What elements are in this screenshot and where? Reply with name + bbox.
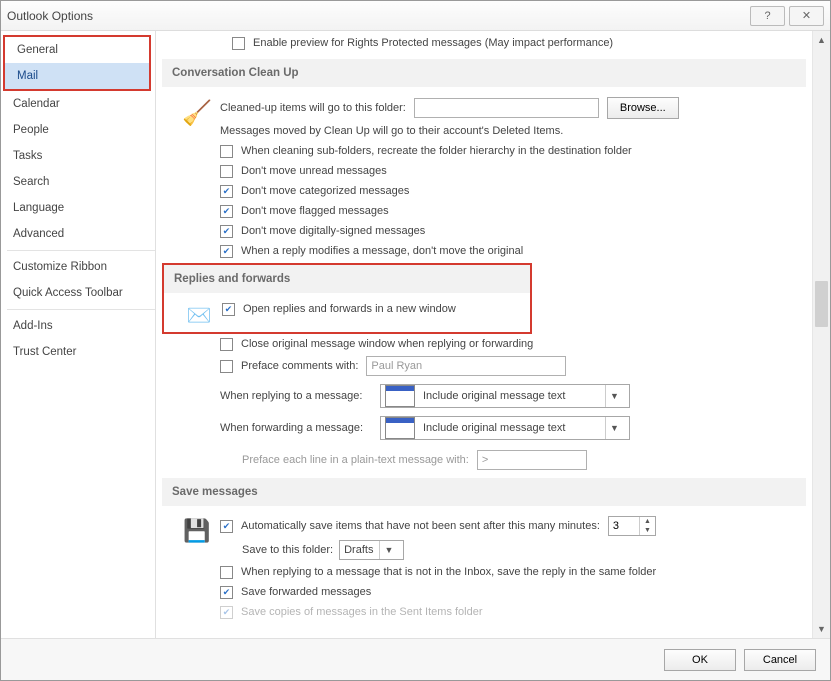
section-replies-header: Replies and forwards: [164, 265, 530, 293]
when-forward-select[interactable]: Include original message text ▼: [380, 416, 630, 440]
cleanup-cb4[interactable]: [220, 205, 233, 218]
chevron-down-icon: ▼: [379, 541, 397, 559]
preface-line-input: [477, 450, 587, 470]
section-cleanup-header: Conversation Clean Up: [162, 59, 806, 87]
cleanup-cb1[interactable]: [220, 145, 233, 158]
cleanup-folder-input[interactable]: [414, 98, 599, 118]
save-folder-select[interactable]: Drafts ▼: [339, 540, 404, 560]
browse-button[interactable]: Browse...: [607, 97, 679, 119]
chevron-down-icon: ▼: [605, 417, 623, 439]
cleanup-cb3[interactable]: [220, 185, 233, 198]
cleanup-cb6[interactable]: [220, 245, 233, 258]
scroll-up-icon[interactable]: ▲: [813, 31, 830, 49]
forward-include-icon: [385, 417, 415, 439]
broom-icon: 🧹: [182, 99, 212, 128]
nav-calendar[interactable]: Calendar: [1, 91, 155, 117]
section-save-header: Save messages: [162, 478, 806, 506]
reply-include-icon: [385, 385, 415, 407]
save-forwarded-checkbox[interactable]: [220, 586, 233, 599]
minutes-input[interactable]: [609, 517, 639, 535]
preface-comments-input[interactable]: [366, 356, 566, 376]
options-window: Outlook Options ? ✕ General Mail Calenda…: [0, 0, 831, 681]
replies-icon: ✉️: [187, 303, 212, 328]
cleanup-note: Messages moved by Clean Up will go to th…: [220, 125, 563, 137]
close-button[interactable]: ✕: [789, 6, 824, 26]
nav-people[interactable]: People: [1, 117, 155, 143]
save-folder-label: Save to this folder:: [242, 544, 333, 556]
scroll-down-icon[interactable]: ▼: [813, 620, 830, 638]
preface-comments-checkbox[interactable]: [220, 360, 233, 373]
auto-save-checkbox[interactable]: [220, 520, 233, 533]
when-forward-label: When forwarding a message:: [220, 422, 380, 434]
when-reply-label: When replying to a message:: [220, 390, 380, 402]
cleanup-cb2[interactable]: [220, 165, 233, 178]
cancel-button[interactable]: Cancel: [744, 649, 816, 671]
category-sidebar: General Mail Calendar People Tasks Searc…: [1, 31, 156, 638]
cleanup-cb5[interactable]: [220, 225, 233, 238]
ok-button[interactable]: OK: [664, 649, 736, 671]
dialog-footer: OK Cancel: [1, 638, 830, 680]
nav-customize-ribbon[interactable]: Customize Ribbon: [1, 254, 155, 280]
help-button[interactable]: ?: [750, 6, 785, 26]
nav-trust-center[interactable]: Trust Center: [1, 339, 155, 365]
window-title: Outlook Options: [7, 9, 746, 23]
content-pane: Enable preview for Rights Protected mess…: [156, 31, 830, 638]
preface-line-label: Preface each line in a plain-text messag…: [242, 454, 469, 466]
scroll-thumb[interactable]: [815, 281, 828, 327]
chevron-down-icon: ▼: [605, 385, 623, 407]
when-reply-select[interactable]: Include original message text ▼: [380, 384, 630, 408]
nav-addins[interactable]: Add-Ins: [1, 313, 155, 339]
same-folder-checkbox[interactable]: [220, 566, 233, 579]
nav-quick-access[interactable]: Quick Access Toolbar: [1, 280, 155, 306]
nav-advanced[interactable]: Advanced: [1, 221, 155, 247]
sent-items-checkbox[interactable]: [220, 606, 233, 619]
titlebar: Outlook Options ? ✕: [1, 1, 830, 31]
nav-general[interactable]: General: [5, 37, 149, 63]
nav-search[interactable]: Search: [1, 169, 155, 195]
mail-highlight: General Mail: [3, 35, 151, 91]
enable-preview-checkbox[interactable]: [232, 37, 245, 50]
cleanup-folder-label: Cleaned-up items will go to this folder:: [220, 102, 406, 114]
open-new-window-checkbox[interactable]: [222, 303, 235, 316]
close-original-checkbox[interactable]: [220, 338, 233, 351]
minutes-spinner[interactable]: ▲▼: [608, 516, 656, 536]
enable-preview-label: Enable preview for Rights Protected mess…: [253, 37, 613, 49]
nav-mail[interactable]: Mail: [5, 63, 149, 89]
vertical-scrollbar[interactable]: ▲ ▼: [812, 31, 830, 638]
floppy-icon: 💾: [183, 518, 210, 544]
nav-tasks[interactable]: Tasks: [1, 143, 155, 169]
nav-language[interactable]: Language: [1, 195, 155, 221]
